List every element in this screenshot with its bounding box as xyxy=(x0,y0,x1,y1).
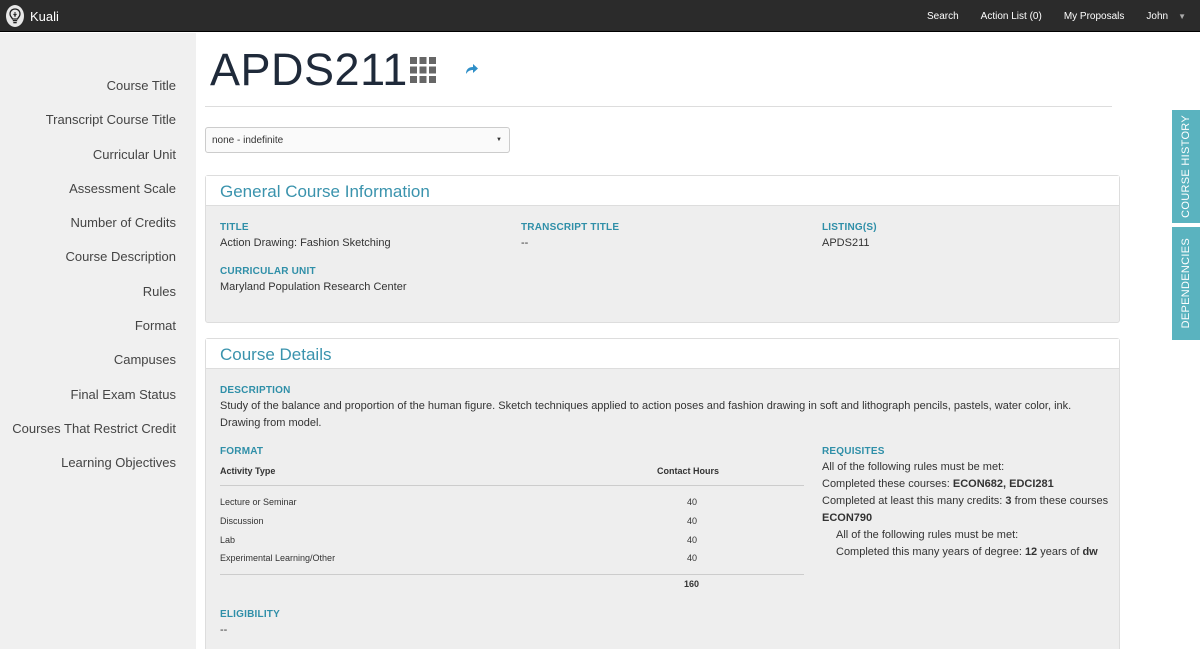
top-navbar: Kuali Search Action List (0) My Proposal… xyxy=(0,0,1200,32)
format-row-hours: 40 xyxy=(687,497,698,507)
field-value: -- xyxy=(220,624,228,636)
field-value: Action Drawing: Fashion Sketching xyxy=(220,237,391,249)
format-row-hours: 40 xyxy=(687,535,698,545)
kuali-logo-icon xyxy=(6,5,24,27)
share-icon[interactable] xyxy=(465,62,479,80)
section-sidebar: Course Title Transcript Course Title Cur… xyxy=(0,33,196,649)
version-select[interactable]: none - indefinite ▼ xyxy=(205,127,510,153)
field-label: TRANSCRIPT TITLE xyxy=(521,222,620,233)
panel-heading: General Course Information xyxy=(206,176,1119,206)
req-years-value: 12 xyxy=(1024,546,1038,558)
listings-field: LISTING(S) APDS211 xyxy=(822,222,877,249)
description-field: DESCRIPTION Study of the balance and pro… xyxy=(220,385,1100,432)
format-header-divider xyxy=(220,485,804,486)
course-details-panel: Course Details DESCRIPTION Study of the … xyxy=(205,338,1120,649)
req-course: ECON790 xyxy=(822,512,873,524)
tab-dependencies-label: DEPENDENCIES xyxy=(1180,238,1192,329)
nav-search-link[interactable]: Search xyxy=(927,11,959,22)
sidebar-item-courses-that-restrict-credit[interactable]: Courses That Restrict Credit xyxy=(0,420,196,454)
format-total: 160 xyxy=(684,579,700,589)
brand-name: Kuali xyxy=(30,8,59,24)
transcript-title-field: TRANSCRIPT TITLE -- xyxy=(521,222,619,249)
sidebar-item-assessment-scale[interactable]: Assessment Scale xyxy=(0,180,196,214)
format-row-type: Lab xyxy=(220,535,236,545)
req-text: Completed at least this many credits: xyxy=(822,495,1006,507)
field-label: LISTING(S) xyxy=(822,222,877,233)
format-row-type: Lecture or Seminar xyxy=(220,497,297,507)
field-label: REQUISITES xyxy=(822,446,885,457)
top-nav-links: Search Action List (0) My Proposals John… xyxy=(905,0,1186,32)
panel-heading: Course Details xyxy=(206,339,1119,369)
format-row-hours: 40 xyxy=(687,516,698,526)
req-courses: ECON682, EDCI281 xyxy=(952,478,1054,490)
field-value: APDS211 xyxy=(822,237,870,249)
description-text: Study of the balance and proportion of t… xyxy=(220,400,1072,429)
format-column-activity-type: Activity Type xyxy=(220,466,276,476)
chevron-down-icon: ▼ xyxy=(496,137,502,143)
format-label: FORMAT xyxy=(220,446,264,457)
sidebar-item-learning-objectives[interactable]: Learning Objectives xyxy=(0,454,196,488)
sidebar-item-campuses[interactable]: Campuses xyxy=(0,351,196,385)
format-total-divider xyxy=(220,574,804,575)
nav-action-list-link[interactable]: Action List (0) xyxy=(981,11,1042,22)
tab-dependencies[interactable]: DEPENDENCIES xyxy=(1172,227,1200,340)
format-row-type: Discussion xyxy=(220,516,264,526)
requisites-completed-courses: Completed these courses: ECON682, EDCI28… xyxy=(822,476,1112,493)
field-label: CURRICULAR UNIT xyxy=(220,266,316,277)
eligibility-field: ELIGIBILITY -- xyxy=(220,609,280,636)
sidebar-item-curricular-unit[interactable]: Curricular Unit xyxy=(0,146,196,180)
format-row-hours: 40 xyxy=(687,553,698,563)
req-text: Completed these courses: xyxy=(822,478,953,490)
user-menu-caret-icon[interactable]: ▼ xyxy=(1178,12,1186,21)
req-text: years of xyxy=(1037,546,1083,558)
sidebar-item-rules[interactable]: Rules xyxy=(0,283,196,317)
version-select-value: none - indefinite xyxy=(212,135,284,146)
requisites-years: Completed this many years of degree: 12 … xyxy=(822,544,1112,561)
nav-my-proposals-link[interactable]: My Proposals xyxy=(1064,11,1125,22)
requisites-credits: Completed at least this many credits: 3 … xyxy=(822,493,1112,527)
format-column-contact-hours: Contact Hours xyxy=(657,466,720,476)
req-text: from these courses xyxy=(1011,495,1109,507)
general-course-information-panel: General Course Information TITLE Action … xyxy=(205,175,1120,323)
page-title: APDS211 xyxy=(210,44,408,95)
format-row-type: Experimental Learning/Other xyxy=(220,553,336,563)
brand[interactable]: Kuali xyxy=(6,5,59,27)
sidebar-item-course-description[interactable]: Course Description xyxy=(0,248,196,282)
grid-icon[interactable] xyxy=(410,57,436,88)
field-value: Maryland Population Research Center xyxy=(220,281,407,293)
requisites-field: REQUISITES All of the following rules mu… xyxy=(822,446,1112,561)
tab-course-history[interactable]: COURSE HISTORY xyxy=(1172,110,1200,223)
title-field: TITLE Action Drawing: Fashion Sketching xyxy=(220,222,391,249)
requisites-rule: All of the following rules must be met: xyxy=(822,461,1005,473)
req-degree: dw xyxy=(1082,546,1098,558)
sidebar-item-number-of-credits[interactable]: Number of Credits xyxy=(0,214,196,248)
sidebar-item-course-title[interactable]: Course Title xyxy=(0,77,196,111)
field-value: -- xyxy=(521,237,529,249)
tab-course-history-label: COURSE HISTORY xyxy=(1180,115,1192,218)
req-text: Completed this many years of degree: xyxy=(836,546,1025,558)
field-label: ELIGIBILITY xyxy=(220,609,280,620)
curricular-unit-field: CURRICULAR UNIT Maryland Population Rese… xyxy=(220,266,407,293)
field-label: TITLE xyxy=(220,222,249,233)
nav-user-menu[interactable]: John xyxy=(1146,11,1168,22)
field-label: DESCRIPTION xyxy=(220,385,291,396)
sidebar-item-format[interactable]: Format xyxy=(0,317,196,351)
requisites-nested-rule: All of the following rules must be met: xyxy=(836,529,1019,541)
sidebar-item-transcript-course-title[interactable]: Transcript Course Title xyxy=(0,111,196,145)
sidebar-item-final-exam-status[interactable]: Final Exam Status xyxy=(0,386,196,420)
header-divider xyxy=(205,106,1112,107)
